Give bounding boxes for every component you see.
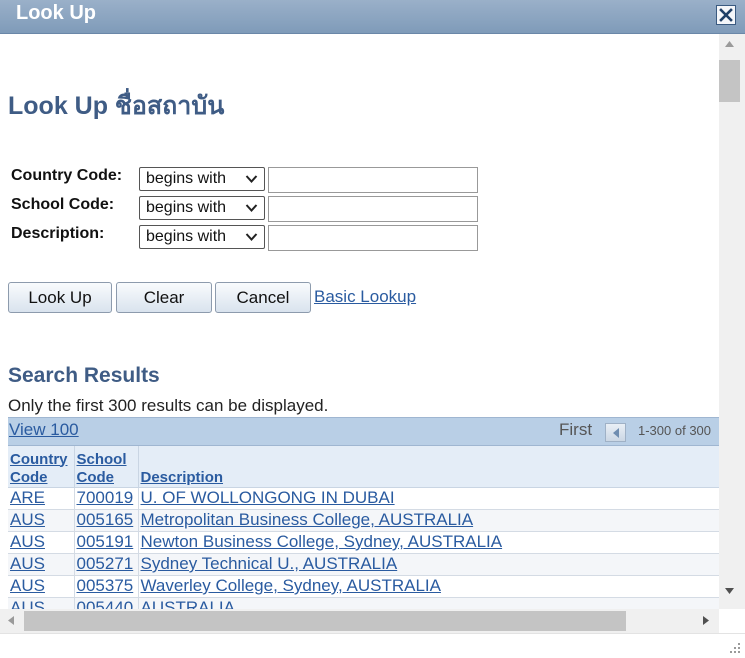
- column-header-line: Description: [140, 468, 224, 486]
- school-code-link[interactable]: 005165: [77, 510, 134, 529]
- school-code-link[interactable]: 005271: [77, 554, 134, 573]
- window-titlebar: Look Up: [0, 0, 745, 34]
- first-page-label: First: [559, 420, 593, 439]
- horizontal-scroll-thumb[interactable]: [24, 611, 626, 631]
- vertical-scroll-thumb[interactable]: [719, 60, 740, 102]
- country-code-link[interactable]: ARE: [10, 488, 45, 507]
- close-button[interactable]: [716, 5, 736, 25]
- school-code-link[interactable]: 005440: [77, 598, 134, 609]
- table-row: AUS 005440 AUSTRALIA: [8, 597, 719, 609]
- results-header-row: Country Code School Code Description: [8, 446, 719, 488]
- chevron-down-icon: [245, 175, 258, 183]
- description-link[interactable]: Newton Business College, Sydney, AUSTRAL…: [141, 532, 503, 551]
- criteria-row-school-code: School Code: begins with: [10, 196, 490, 222]
- column-header-line: Code: [10, 468, 48, 486]
- country-code-link[interactable]: AUS: [10, 554, 45, 573]
- description-input[interactable]: [268, 225, 478, 251]
- country-code-operator-value: begins with: [146, 170, 227, 187]
- country-code-link[interactable]: AUS: [10, 576, 45, 595]
- results-table: Country Code School Code Description ARE…: [8, 446, 719, 609]
- table-row: AUS 005271 Sydney Technical U., AUSTRALI…: [8, 553, 719, 576]
- description-operator-value: begins with: [146, 228, 227, 245]
- previous-page-button[interactable]: [605, 423, 626, 442]
- table-row: AUS 005165 Metropolitan Business College…: [8, 509, 719, 532]
- chevron-down-icon: [245, 233, 258, 241]
- school-code-link[interactable]: 005375: [77, 576, 134, 595]
- country-code-column-header[interactable]: Country Code: [8, 446, 75, 488]
- resize-grip-icon[interactable]: [728, 641, 742, 655]
- school-code-input[interactable]: [268, 196, 478, 222]
- horizontal-scrollbar[interactable]: [0, 609, 719, 633]
- scroll-right-arrow-icon[interactable]: [702, 615, 710, 626]
- country-code-link[interactable]: AUS: [10, 598, 45, 609]
- scroll-up-arrow-icon[interactable]: [724, 40, 735, 48]
- triangle-left-icon: [612, 427, 619, 438]
- dialog-footer: [0, 633, 745, 658]
- window-title: Look Up: [16, 2, 96, 24]
- clear-button[interactable]: Clear: [116, 282, 212, 313]
- content-viewport: Look Up ชื่อสถาบัน Country Code: begins …: [0, 34, 719, 609]
- column-header-line: Country: [10, 450, 68, 468]
- description-operator-select[interactable]: begins with: [139, 225, 265, 249]
- school-code-link[interactable]: 005191: [77, 532, 134, 551]
- description-link[interactable]: Metropolitan Business College, AUSTRALIA: [141, 510, 474, 529]
- vertical-scrollbar[interactable]: [719, 34, 745, 609]
- description-link[interactable]: AUSTRALIA: [141, 598, 235, 609]
- school-code-operator-select[interactable]: begins with: [139, 196, 265, 220]
- page-title: Look Up ชื่อสถาบัน: [8, 92, 225, 120]
- country-code-input[interactable]: [268, 167, 478, 193]
- table-row: AUS 005191 Newton Business College, Sydn…: [8, 531, 719, 554]
- close-icon: [719, 8, 733, 22]
- column-header-line: School: [76, 450, 127, 468]
- school-code-link[interactable]: 700019: [77, 488, 134, 507]
- description-label: Description:: [11, 225, 105, 242]
- country-code-link[interactable]: AUS: [10, 532, 45, 551]
- scroll-left-arrow-icon[interactable]: [7, 615, 15, 626]
- school-code-column-header[interactable]: School Code: [74, 446, 139, 488]
- criteria-row-description: Description: begins with: [10, 225, 490, 251]
- country-code-operator-select[interactable]: begins with: [139, 167, 265, 191]
- school-code-label: School Code:: [11, 196, 115, 213]
- scroll-down-arrow-icon[interactable]: [724, 587, 735, 595]
- search-results-title: Search Results: [8, 364, 160, 387]
- cancel-button[interactable]: Cancel: [215, 282, 311, 313]
- description-link[interactable]: U. OF WOLLONGONG IN DUBAI: [141, 488, 395, 507]
- table-row: ARE 700019 U. OF WOLLONGONG IN DUBAI: [8, 487, 719, 510]
- description-column-header[interactable]: Description: [138, 446, 719, 488]
- description-link[interactable]: Sydney Technical U., AUSTRALIA: [141, 554, 398, 573]
- results-range-label: 1-300 of 300: [638, 423, 712, 438]
- country-code-label: Country Code:: [11, 167, 123, 184]
- table-row: AUS 005375 Waverley College, Sydney, AUS…: [8, 575, 719, 598]
- view-100-link[interactable]: View 100: [9, 420, 79, 440]
- lookup-button[interactable]: Look Up: [8, 282, 112, 313]
- results-navigation-bar: View 100 First 1-300 of 300: [8, 417, 719, 446]
- school-code-operator-value: begins with: [146, 199, 227, 216]
- column-header-line: Code: [76, 468, 115, 486]
- basic-lookup-link[interactable]: Basic Lookup: [314, 287, 416, 307]
- criteria-row-country-code: Country Code: begins with: [10, 167, 490, 193]
- country-code-link[interactable]: AUS: [10, 510, 45, 529]
- results-limit-note: Only the first 300 results can be displa…: [8, 396, 329, 415]
- description-link[interactable]: Waverley College, Sydney, AUSTRALIA: [141, 576, 441, 595]
- chevron-down-icon: [245, 204, 258, 212]
